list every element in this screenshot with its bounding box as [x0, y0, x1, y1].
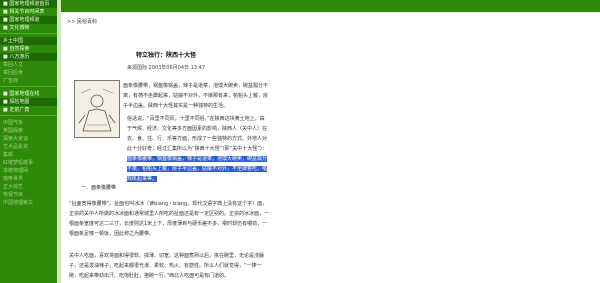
sidebar-item[interactable]: 咖啡世界 — [0, 175, 57, 183]
sidebar-nav: ■ 国家地理频道首页 ■ 相关节目时间表 ■ 国家地理频道 ■ 文化博物 乡土中国 ■ 自… — [0, 0, 57, 283]
sidebar-item[interactable]: ■ 探险地图 — [0, 98, 57, 106]
sidebar-item[interactable]: ■ 文化博物 — [0, 24, 57, 32]
sidebar-item[interactable]: 中国地理索文 — [0, 199, 57, 207]
sidebar-item[interactable]: 集邮 — [0, 151, 57, 159]
sidebar-item[interactable]: 广告商 — [0, 77, 57, 85]
sidebar-item[interactable]: 乡土中国 — [0, 37, 57, 45]
sidebar-item[interactable]: 正大综艺 — [0, 183, 57, 191]
sidebar-item[interactable]: 章回人文 — [0, 61, 57, 69]
sidebar-item[interactable]: 探索大家谈 — [0, 135, 57, 143]
paragraph-custom-text: 俗话说，“百里不同风，十里不同俗。”在陕西这块黄土地上，由于气候、经济、文化等多… — [127, 116, 268, 152]
paragraph-noodle-2: 关中人吃面，喜欢将面和得很软、揉薄、切宽。这种面煮熟以后，拣在碗里，无论是浇臊子… — [69, 253, 265, 279]
paragraph-intro: 面条像腰带，锅盔像锅盖，辣子是道菜，泡馍大碗卖，碗盆瓢分不离，有椅不坐蹲起来，姑… — [123, 83, 269, 109]
sidebar-item[interactable]: 求修地理网 — [0, 167, 57, 175]
top-banner-strip — [61, 0, 600, 12]
paragraph-noodle: “扯面宽得像腰带”。扯面也叫冰冰（读biang・biang，现代汉语字典上没有这… — [69, 201, 270, 237]
sidebar-item[interactable]: 中国气象 — [0, 119, 57, 127]
sidebar-divider-line — [0, 86, 57, 89]
sidebar-item[interactable]: ■ 相关节目时间表 — [0, 8, 57, 16]
sidebar-divider-line — [0, 33, 57, 36]
sidebar-item[interactable]: 红楼梦短故事 — [0, 159, 57, 167]
sidebar-item[interactable]: ■ 国家地理频道 — [0, 16, 57, 24]
sidebar-divider-line — [0, 115, 57, 118]
sidebar-item[interactable]: 艺术品投资 — [0, 143, 57, 151]
article-panel: >> 民俗百科 特立独行：陕西十大怪 来源国际 2003年06月04日 13:4… — [61, 12, 600, 283]
sidebar-item[interactable]: ■ 史前广角 — [0, 106, 57, 114]
sidebar-item[interactable]: 电视节目 — [0, 191, 57, 199]
sidebar-item[interactable]: ■ 八方游历 — [0, 53, 57, 61]
sidebar-item[interactable]: ■ 国家地理在线 — [0, 90, 57, 98]
highlighted-selection[interactable]: 面条像腰带，锅盔像锅盖，辣子是道菜，泡馍大碗卖，碗盆瓢分不离，帕帕头上戴，房子半… — [127, 156, 268, 182]
illustration-figure-icon — [75, 81, 119, 137]
breadcrumb: >> 民俗百科 — [67, 18, 97, 25]
article-title: 特立独行：陕西十大怪 — [135, 52, 196, 59]
article-meta: 来源国际 2003年06月04日 13:47 — [126, 65, 206, 71]
sidebar-item[interactable]: 章回后世 — [0, 69, 57, 77]
section-heading-1: 一、面条像腰带 — [81, 185, 117, 191]
breadcrumb-link[interactable]: >> 民俗百科 — [67, 19, 97, 25]
sidebar-item[interactable]: ■ 自然探索 — [0, 45, 57, 53]
article-illustration — [74, 80, 120, 138]
paragraph-custom: 俗话说，“百里不同风，十里不同俗。”在陕西这块黄土地上，由于气候、经济、文化等多… — [127, 114, 269, 184]
sidebar-item[interactable]: 英国探索 — [0, 127, 57, 135]
sidebar-item[interactable]: ■ 国家地理频道首页 — [0, 0, 57, 8]
